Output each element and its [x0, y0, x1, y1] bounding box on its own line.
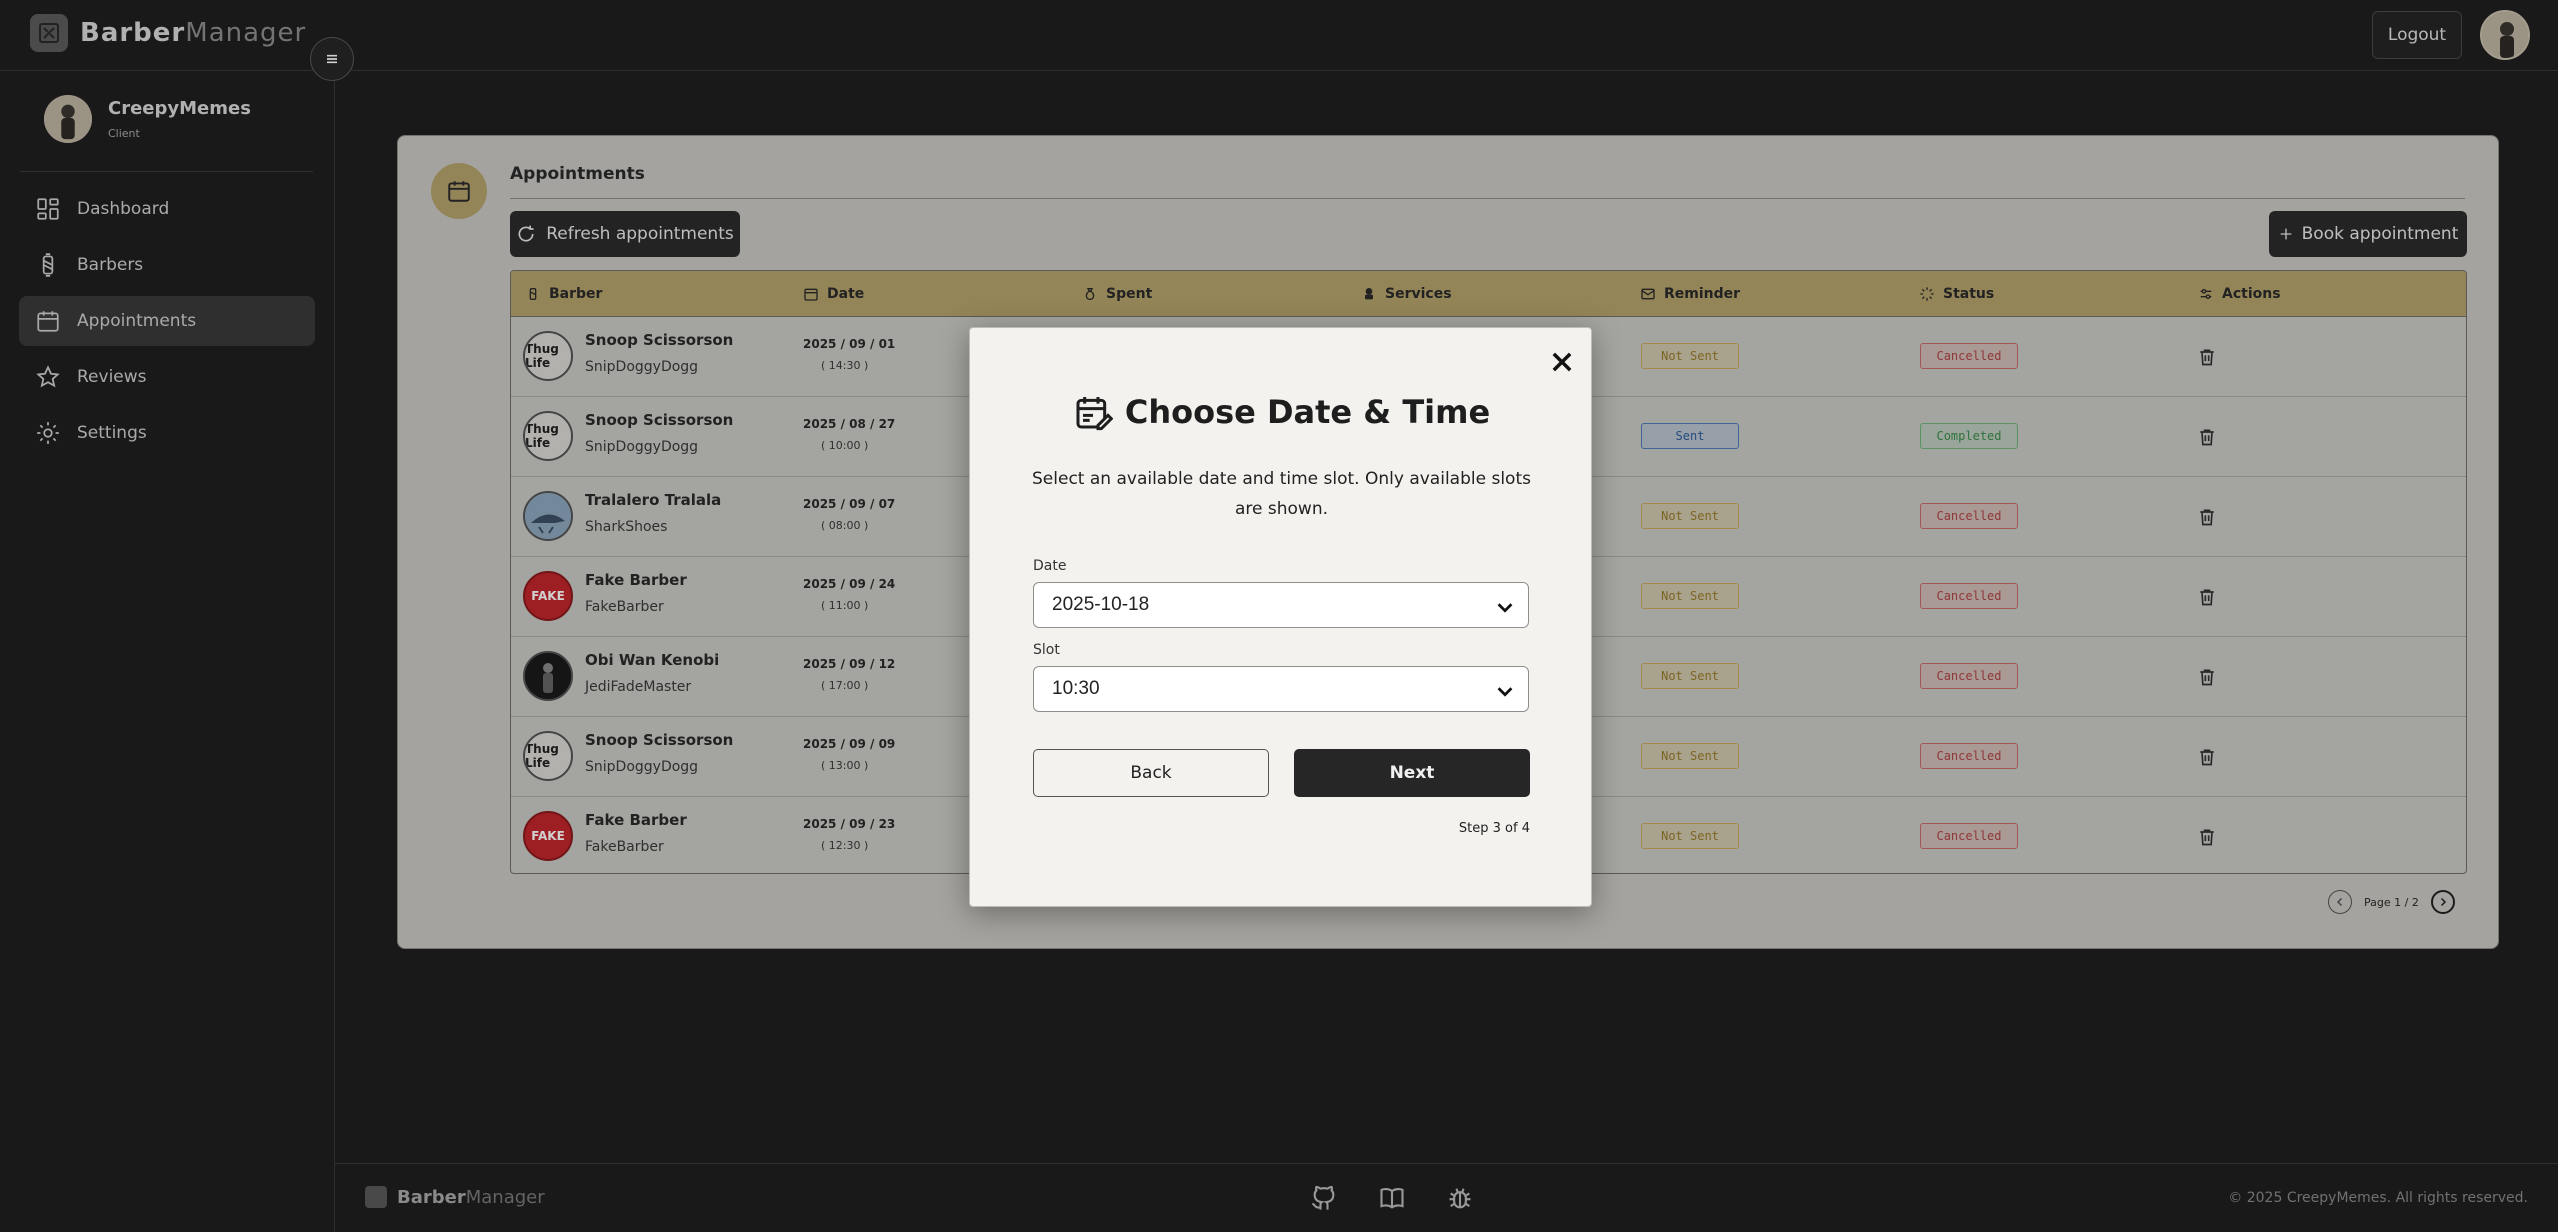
date-select[interactable]: 2025-10-18	[1033, 582, 1529, 628]
step-indicator: Step 3 of 4	[1458, 821, 1530, 836]
date-time-modal: Choose Date & Time Select an available d…	[969, 327, 1592, 907]
chevron-down-icon	[1497, 687, 1513, 697]
sidebar-toggle-button[interactable]	[310, 37, 354, 81]
close-icon[interactable]	[1548, 348, 1576, 376]
modal-description: Select an available date and time slot. …	[1032, 469, 1531, 519]
chevron-down-icon	[1497, 603, 1513, 613]
next-button[interactable]: Next	[1294, 749, 1530, 797]
date-label: Date	[1033, 558, 1067, 574]
back-button[interactable]: Back	[1033, 749, 1269, 797]
slot-select[interactable]: 10:30	[1033, 666, 1529, 712]
menu-icon	[327, 54, 337, 64]
modal-title: Choose Date & Time	[970, 392, 1593, 432]
slot-label: Slot	[1033, 642, 1060, 658]
calendar-edit-icon	[1076, 397, 1113, 431]
